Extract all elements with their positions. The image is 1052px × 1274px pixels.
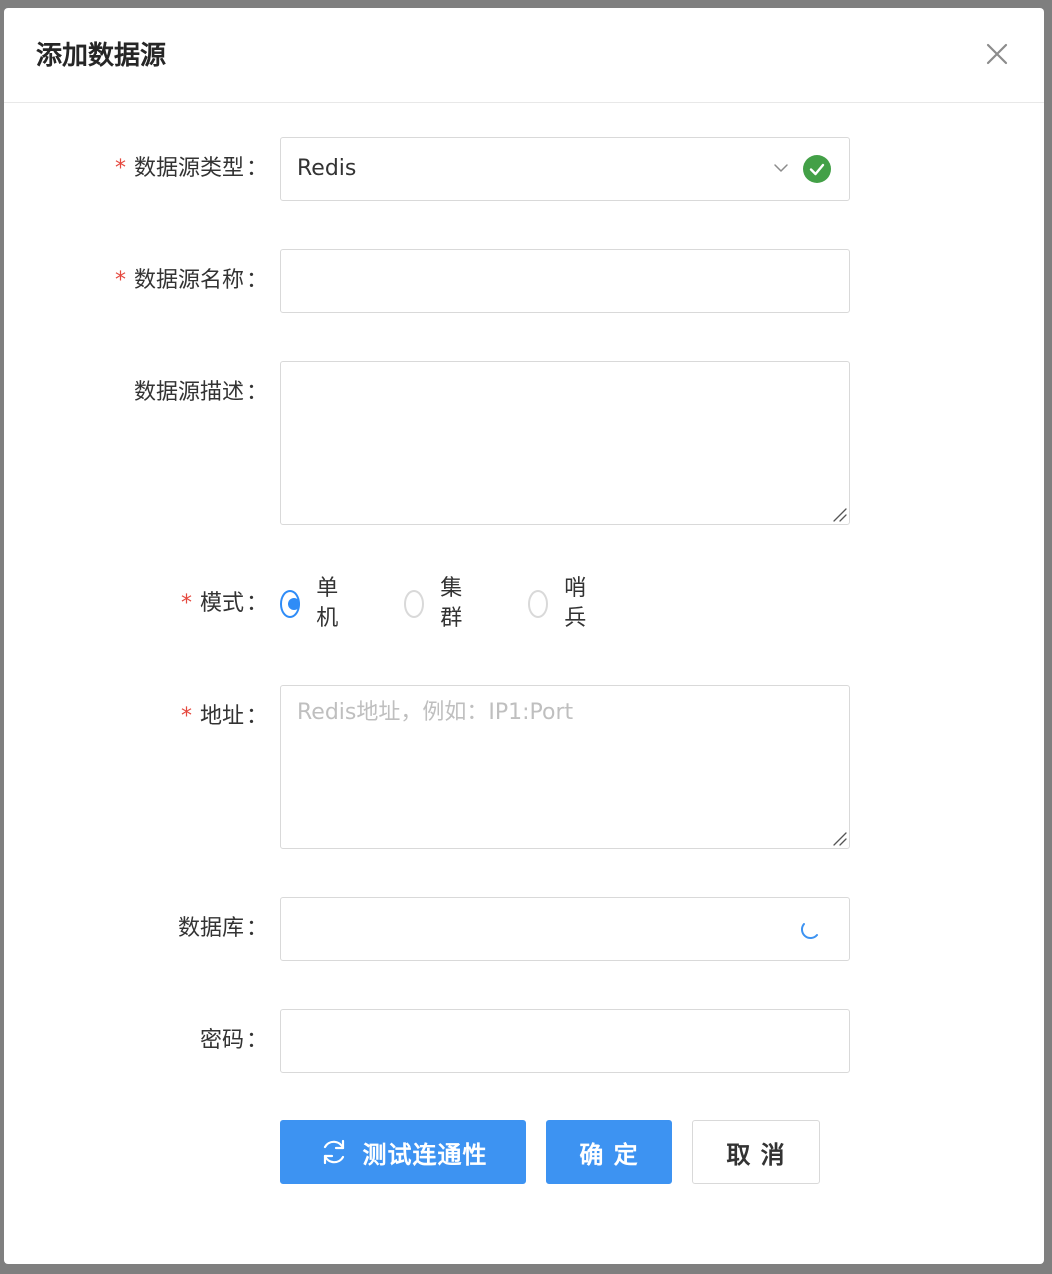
database-select[interactable] — [280, 897, 850, 961]
datasource-name-input[interactable] — [280, 249, 850, 313]
modal-title: 添加数据源 — [36, 41, 167, 71]
required-marker: * — [114, 268, 126, 293]
test-connection-label: 测试连通性 — [362, 1140, 488, 1169]
refresh-icon — [323, 1139, 344, 1165]
form-actions: 测试连通性 确 定 取 消 — [4, 1120, 1044, 1184]
mode-radio-cluster[interactable]: 集群 — [404, 576, 470, 631]
confirm-button[interactable]: 确 定 — [546, 1120, 672, 1184]
radio-checked-icon — [280, 590, 301, 618]
modal-header: 添加数据源 — [4, 8, 1044, 103]
form-row-description: 数据源描述： — [4, 361, 1044, 525]
close-icon — [986, 43, 1008, 65]
datasource-type-select[interactable]: Redis — [280, 137, 850, 201]
address-placeholder: Redis地址，例如：IP1:Port — [297, 700, 574, 725]
radio-unchecked-icon — [404, 590, 425, 618]
radio-unchecked-icon — [528, 590, 549, 618]
mode-radio-standalone[interactable]: 单机 — [280, 576, 346, 631]
mode-radio-sentinel[interactable]: 哨兵 — [528, 576, 594, 631]
form-row-database: 数据库： — [4, 897, 1044, 961]
address-textarea[interactable]: Redis地址，例如：IP1:Port — [280, 685, 850, 849]
test-connection-button[interactable]: 测试连通性 — [280, 1120, 526, 1184]
form-row-mode: * 模式： 单机 集群 哨兵 — [4, 576, 1044, 631]
cancel-button[interactable]: 取 消 — [692, 1120, 820, 1184]
chevron-down-icon — [774, 164, 788, 172]
type-label: * 数据源类型： — [114, 156, 268, 181]
name-label: * 数据源名称： — [114, 268, 268, 293]
address-label: * 地址： — [180, 704, 268, 729]
datasource-description-textarea[interactable] — [280, 361, 850, 525]
password-label: 密码： — [199, 1028, 268, 1053]
form-row-password: 密码： — [4, 1009, 1044, 1073]
form-row-type: * 数据源类型： Redis — [4, 137, 1044, 201]
required-marker: * — [114, 156, 126, 181]
confirm-label: 确 定 — [579, 1140, 639, 1169]
mode-label: * 模式： — [180, 591, 268, 616]
required-marker: * — [180, 591, 192, 616]
select-value: Redis — [297, 156, 357, 181]
form-row-address: * 地址： Redis地址，例如：IP1:Port — [4, 685, 1044, 849]
database-label: 数据库： — [177, 916, 268, 941]
check-circle-icon — [803, 155, 831, 183]
password-input[interactable] — [280, 1009, 850, 1073]
required-marker: * — [180, 704, 192, 729]
resize-handle-icon[interactable] — [831, 830, 847, 846]
close-button[interactable] — [984, 41, 1010, 67]
loading-spinner-icon — [801, 923, 818, 939]
resize-handle-icon[interactable] — [831, 506, 847, 522]
form-row-name: * 数据源名称： — [4, 249, 1044, 313]
description-label: 数据源描述： — [133, 380, 268, 405]
cancel-label: 取 消 — [726, 1140, 786, 1169]
add-datasource-modal: 添加数据源 * 数据源类型： Redis * 数据源名称： 数据源描述： * 模… — [4, 8, 1044, 1264]
